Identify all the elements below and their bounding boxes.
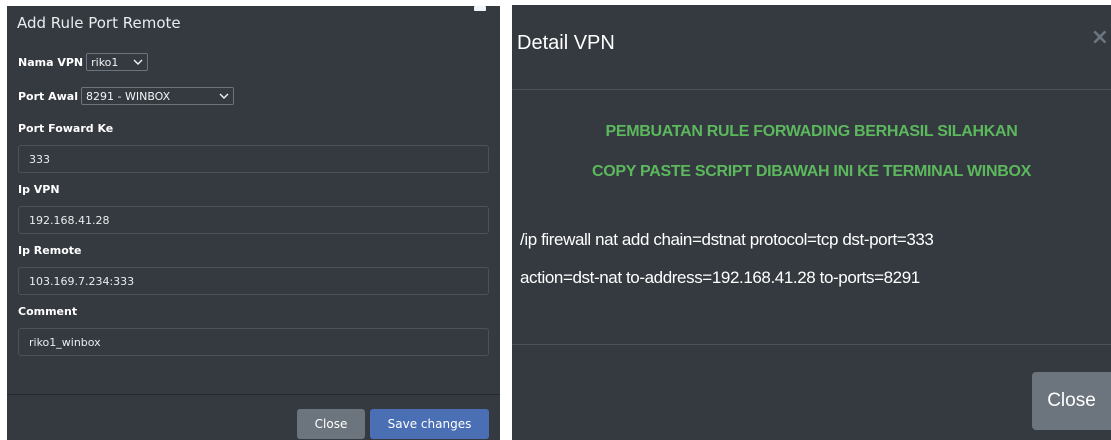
chevron-down-icon bbox=[133, 57, 143, 68]
nama-vpn-row: Nama VPN riko1 bbox=[18, 53, 490, 71]
close-icon[interactable]: × bbox=[1091, 25, 1109, 50]
detail-modal-title: Detail VPN bbox=[517, 32, 615, 54]
detail-vpn-modal: Detail VPN × PEMBUATAN RULE FORWADING BE… bbox=[512, 5, 1111, 440]
save-changes-button[interactable]: Save changes bbox=[370, 409, 489, 439]
detail-close-button[interactable]: Close bbox=[1032, 372, 1111, 430]
port-awal-select[interactable]: 8291 - WINBOX bbox=[81, 87, 235, 105]
modal-title: Add Rule Port Remote bbox=[17, 14, 181, 32]
ip-vpn-group: Ip VPN 192.168.41.28 bbox=[18, 183, 490, 234]
port-awal-row: Port Awal 8291 - WINBOX bbox=[18, 87, 490, 105]
nama-vpn-select[interactable]: riko1 bbox=[86, 53, 149, 71]
ip-remote-input[interactable]: 103.169.7.234:333 bbox=[18, 267, 489, 295]
port-awal-label: Port Awal bbox=[18, 89, 79, 103]
ip-vpn-label: Ip VPN bbox=[18, 183, 60, 196]
port-awal-value: 8291 - WINBOX bbox=[86, 89, 171, 103]
port-foward-group: Port Foward Ke 333 bbox=[18, 122, 490, 173]
chevron-down-icon bbox=[219, 91, 229, 102]
footer-divider bbox=[512, 344, 1111, 345]
script-line-1: /ip firewall nat add chain=dstnat protoc… bbox=[520, 230, 934, 249]
comment-group: Comment riko1_winbox bbox=[18, 305, 490, 356]
success-message-line-1: PEMBUATAN RULE FORWADING BERHASIL SILAHK… bbox=[605, 123, 1018, 140]
modal-header: Add Rule Port Remote bbox=[7, 6, 500, 40]
nama-vpn-label: Nama VPN bbox=[18, 55, 84, 69]
minimize-icon[interactable] bbox=[474, 6, 486, 11]
nama-vpn-value: riko1 bbox=[91, 55, 119, 69]
ip-remote-label: Ip Remote bbox=[18, 244, 82, 257]
detail-modal-header: Detail VPN × bbox=[512, 5, 1111, 90]
port-foward-label: Port Foward Ke bbox=[18, 122, 114, 135]
close-button[interactable]: Close bbox=[297, 409, 365, 439]
comment-input[interactable]: riko1_winbox bbox=[18, 328, 489, 356]
ip-remote-group: Ip Remote 103.169.7.234:333 bbox=[18, 244, 490, 295]
success-message-line-2: COPY PASTE SCRIPT DIBAWAH INI KE TERMINA… bbox=[592, 163, 1031, 180]
script-line-2: action=dst-nat to-address=192.168.41.28 … bbox=[520, 268, 920, 287]
modal-footer: Close Save changes bbox=[7, 394, 500, 440]
port-foward-value: 333 bbox=[29, 152, 50, 166]
ip-vpn-input[interactable]: 192.168.41.28 bbox=[18, 206, 489, 234]
comment-value: riko1_winbox bbox=[29, 335, 101, 349]
add-rule-modal: Add Rule Port Remote Nama VPN riko1 Port… bbox=[7, 6, 500, 440]
ip-vpn-value: 192.168.41.28 bbox=[29, 213, 110, 227]
ip-remote-value: 103.169.7.234:333 bbox=[29, 274, 135, 288]
comment-label: Comment bbox=[18, 305, 78, 318]
port-foward-input[interactable]: 333 bbox=[18, 145, 489, 173]
modal-body: Nama VPN riko1 Port Awal 8291 - WINBOX P… bbox=[7, 40, 500, 356]
